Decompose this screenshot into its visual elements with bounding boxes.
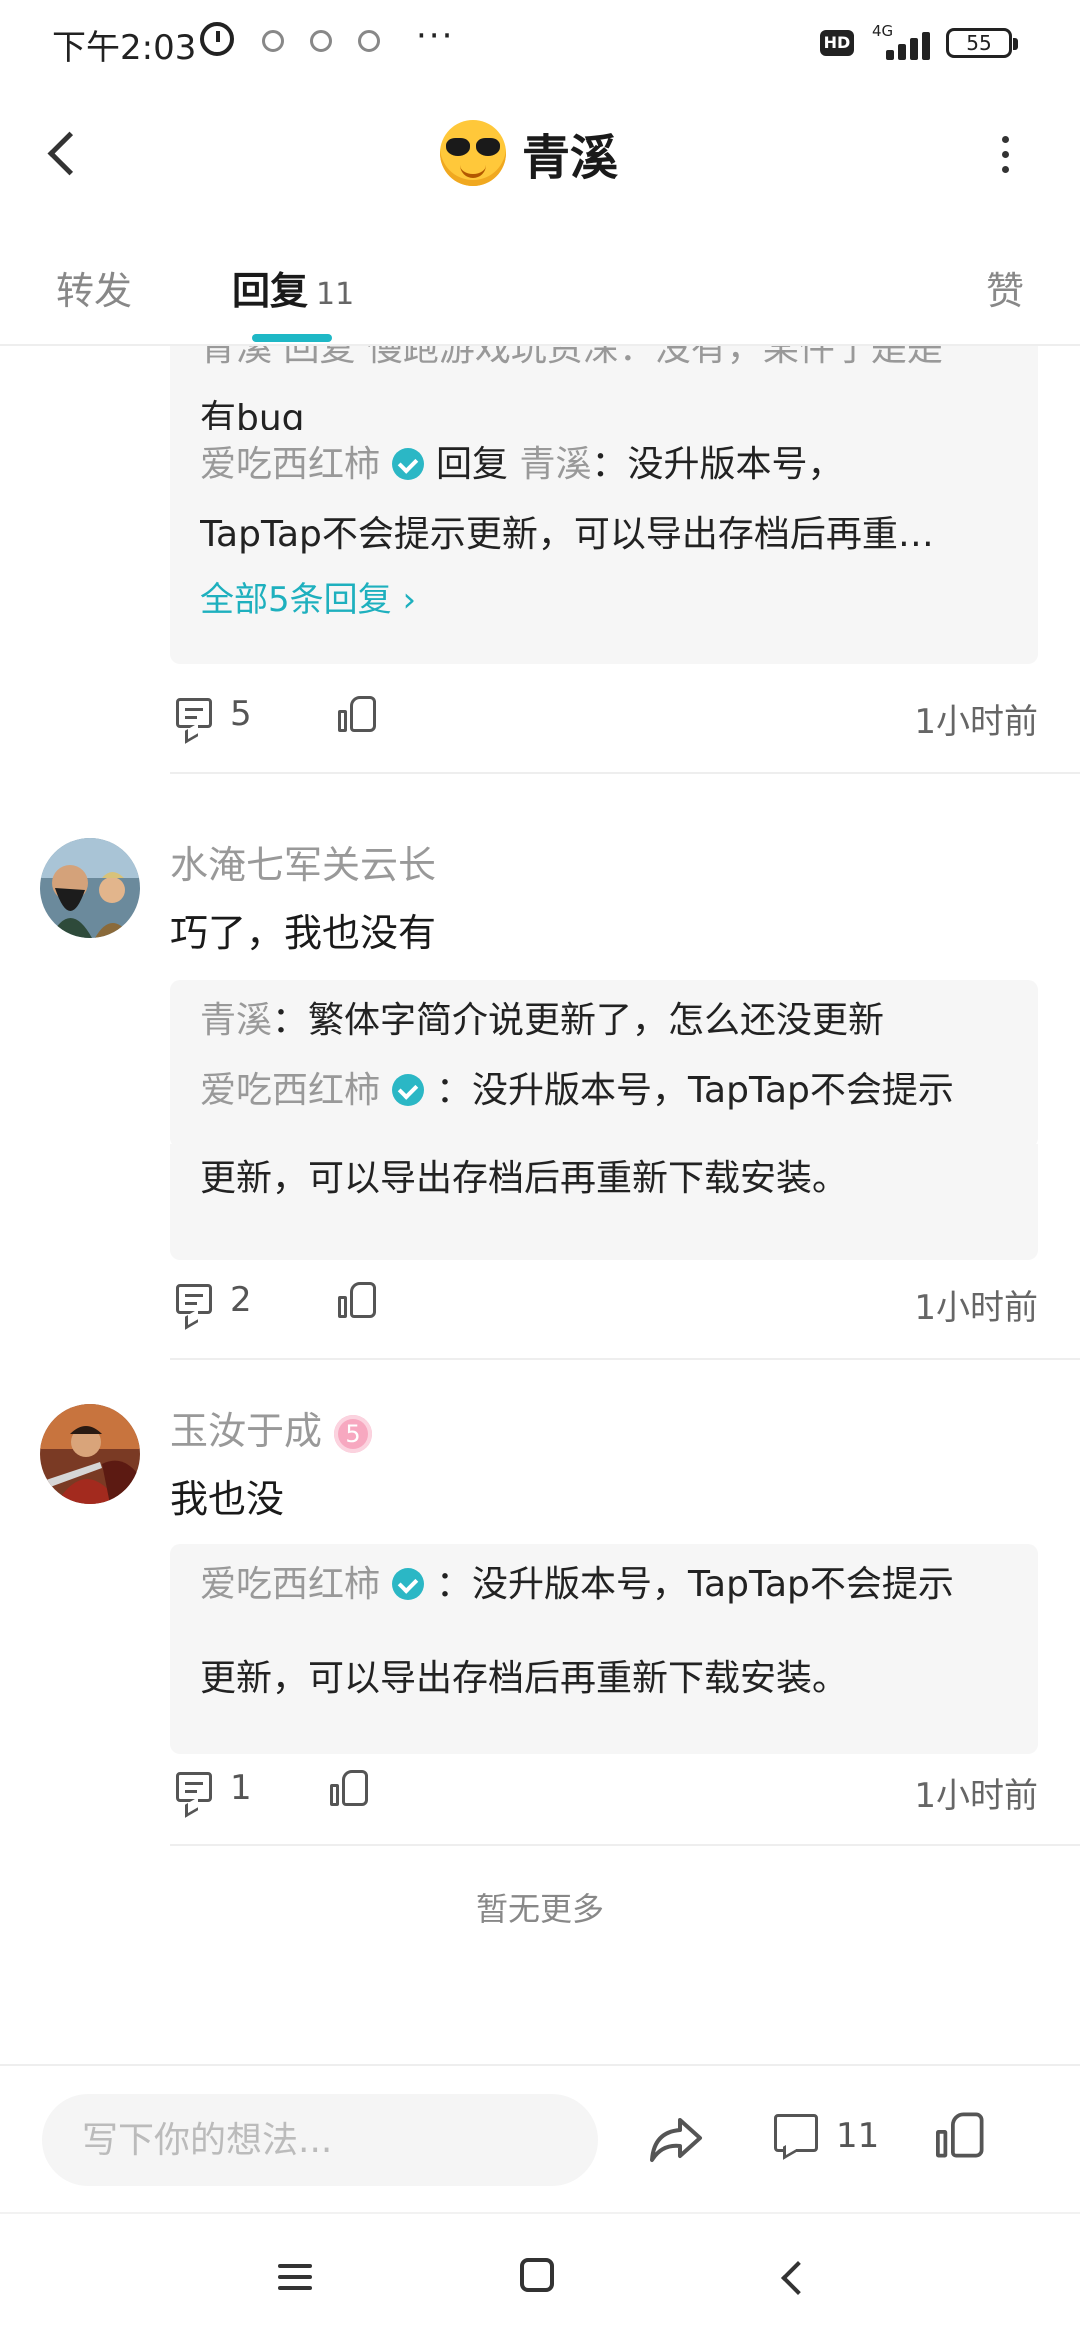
sunglasses-icon: [446, 138, 500, 156]
recent-apps-button[interactable]: [278, 2262, 312, 2292]
status-time: 下午2:03: [52, 28, 197, 68]
like-icon[interactable]: [338, 694, 378, 734]
smile-icon: [460, 164, 486, 178]
page-title: 青溪: [522, 130, 619, 186]
tab-indicator: [252, 334, 332, 342]
partial-reply-line: 青溪 回复 慢跑游戏玩资深：没有，某件了是是: [200, 344, 943, 369]
avatar-image: [40, 1404, 140, 1504]
comment-text: 巧了，我也没有: [170, 911, 437, 955]
verified-icon: [392, 1568, 425, 1600]
username-label: 玉汝于成: [170, 1409, 323, 1453]
avatar[interactable]: [440, 120, 506, 186]
timestamp: 1小时前: [914, 1776, 1038, 1816]
reply-line: 青溪：繁体字简介说更新了，怎么还没更新: [200, 986, 1008, 1056]
chevron-right-icon: ›: [402, 580, 417, 620]
tab-bar: 转发 回复 11 赞: [0, 220, 1080, 346]
comment-icon[interactable]: [176, 1772, 212, 1802]
quoted-replies[interactable]: 爱吃西红柿 回复 青溪：没升版本号， TapTap不会提示更新，可以导出存档后再重…: [170, 430, 1038, 664]
header: 青溪: [0, 90, 1080, 220]
comment-count: 1: [230, 1768, 252, 1808]
reply-text: ：没升版本号，: [591, 444, 844, 485]
reply-author[interactable]: 爱吃西红柿: [200, 1564, 380, 1605]
comment-input[interactable]: [42, 2094, 598, 2186]
home-button[interactable]: [520, 2258, 554, 2292]
more-notifications-icon: ···: [416, 16, 455, 56]
page: 下午2:03 ··· HD 4G 55 青溪 转发 回复 11 赞 青溪 回复 …: [0, 0, 1080, 2340]
timestamp: 1小时前: [914, 1288, 1038, 1328]
tab-likes[interactable]: 赞: [986, 260, 1024, 315]
dot-icon: [1002, 151, 1009, 158]
title-wrap: 青溪: [440, 118, 618, 188]
avatar[interactable]: [40, 838, 140, 938]
comments-button[interactable]: 11: [770, 2106, 890, 2176]
like-icon[interactable]: [338, 1280, 378, 1320]
comment-icon: [774, 2114, 818, 2152]
comment-count: 5: [230, 694, 252, 734]
dot-icon: [1002, 166, 1009, 173]
tab-replies-label: 回复: [232, 269, 309, 313]
reply-text: ：繁体字简介说更新了，怎么还没更新: [272, 1000, 885, 1041]
battery-icon: 55: [946, 28, 1018, 58]
notification-icon: [262, 30, 284, 52]
system-back-button[interactable]: [776, 2260, 806, 2296]
username[interactable]: 水淹七军关云长: [170, 834, 436, 889]
reply-actions: 1 1小时前: [170, 1762, 1038, 1822]
more-button[interactable]: [990, 130, 1020, 180]
like-icon[interactable]: [330, 1768, 370, 1808]
status-bar: 下午2:03 ··· HD 4G 55: [0, 0, 1080, 90]
reply-text: ：没升版本号，TapTap不会提示: [436, 1564, 954, 1605]
bottom-bar: 11: [0, 2064, 1080, 2214]
reply-line: 爱吃西红柿 回复 青溪：没升版本号，: [200, 430, 1008, 500]
level-badge: 5: [334, 1415, 373, 1453]
avatar[interactable]: [40, 1404, 140, 1504]
reply-text: ：没升版本号，TapTap不会提示: [436, 1070, 954, 1111]
like-icon: [936, 2110, 986, 2160]
alarm-icon: [200, 22, 234, 56]
dot-icon: [1002, 136, 1009, 143]
verified-icon: [392, 448, 425, 480]
back-button[interactable]: [40, 120, 90, 190]
notification-icon: [358, 30, 380, 52]
share-button[interactable]: [646, 2112, 706, 2168]
comment-text: 我也没: [170, 1477, 285, 1521]
like-button[interactable]: [936, 2106, 988, 2162]
reply-line: 更新，可以导出存档后再重新下载安装。: [200, 1658, 849, 1699]
reply-author[interactable]: 爱吃西红柿: [200, 1070, 380, 1111]
divider: [170, 1358, 1080, 1360]
reply-line: 爱吃西红柿 ：没升版本号，TapTap不会提示: [200, 1550, 1008, 1620]
comment-count: 2: [230, 1280, 252, 1320]
notification-icon: [310, 30, 332, 52]
tab-replies[interactable]: 回复 11: [232, 260, 354, 315]
reply-word: 回复: [436, 444, 509, 485]
divider: [170, 772, 1080, 774]
username[interactable]: 玉汝于成 5: [170, 1400, 373, 1455]
comments-count: 11: [836, 2116, 880, 2156]
no-more-text: 暂无更多: [475, 1890, 604, 1928]
tab-replies-count: 11: [316, 277, 355, 312]
reply-list[interactable]: 青溪 回复 慢跑游戏玩资深：没有，某件了是是 有bug 爱吃西红柿 回复 青溪：没…: [0, 344, 1080, 2064]
reply-actions: [170, 1110, 1038, 1170]
timestamp: 1小时前: [914, 702, 1038, 742]
comment-icon[interactable]: [176, 698, 212, 728]
quoted-replies[interactable]: 更新，可以导出存档后再重新下载安装。: [170, 1644, 1038, 1754]
divider: [170, 1844, 1080, 1846]
reply-author[interactable]: 爱吃西红柿: [200, 444, 380, 485]
system-nav-bar: [0, 2212, 1080, 2340]
reply-actions: 2 1小时前: [170, 1274, 1038, 1334]
comment-icon[interactable]: [176, 1284, 212, 1314]
reply-target[interactable]: 青溪: [519, 444, 591, 485]
reply-author[interactable]: 青溪: [200, 1000, 272, 1041]
all-replies-label: 全部5条回复: [200, 580, 392, 620]
verified-icon: [392, 1074, 425, 1106]
reply-line: TapTap不会提示更新，可以导出存档后再重…: [200, 514, 934, 555]
tab-forward[interactable]: 转发: [56, 260, 132, 315]
hd-badge: HD: [820, 30, 854, 56]
reply-actions: 5 1小时前: [170, 688, 1038, 748]
all-replies-link[interactable]: 全部5条回复 ›: [200, 570, 1008, 630]
avatar-image: [40, 838, 140, 938]
share-icon: [650, 2118, 702, 2162]
signal-icon: [868, 26, 938, 60]
